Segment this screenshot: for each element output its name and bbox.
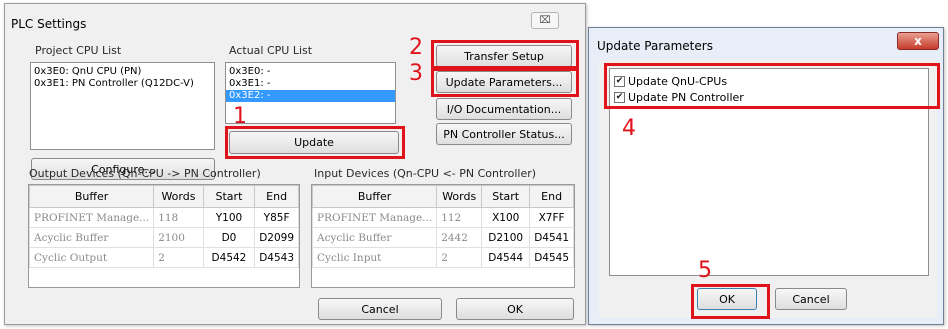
pn-controller-status-button[interactable]: PN Controller Status... <box>436 123 572 145</box>
column-header[interactable]: Start <box>481 185 531 208</box>
cell-words: 112 <box>436 207 483 228</box>
cell-start: D4544 <box>481 247 531 268</box>
io-documentation-button[interactable]: I/O Documentation... <box>436 98 572 120</box>
step-number-1: 1 <box>233 104 247 129</box>
checkbox-update-pn-controller[interactable]: ✔ Update PN Controller <box>614 89 744 105</box>
table-row[interactable]: Acyclic Buffer 2100 D0 D2099 <box>29 227 299 248</box>
cancel-button[interactable]: Cancel <box>318 298 442 320</box>
column-header[interactable]: Words <box>436 185 483 208</box>
ok-button[interactable]: OK <box>697 288 757 310</box>
cell-end: D4545 <box>529 247 574 268</box>
cell-buffer: Acyclic Buffer <box>29 227 155 248</box>
list-item[interactable]: 0x3E1: PN Controller (Q12DC-V) <box>31 78 214 90</box>
cell-words: 2100 <box>153 227 204 248</box>
checkbox-update-qnu-cpus[interactable]: ✔ Update QnU-CPUs <box>614 73 744 89</box>
options-checklist: ✔ Update QnU-CPUs ✔ Update PN Controller <box>609 68 929 276</box>
actual-cpu-listbox[interactable]: 0x3E0: - 0x3E1: - 0x3E2: - <box>225 62 396 124</box>
column-header[interactable]: End <box>529 185 574 208</box>
table-row[interactable]: PROFINET Manage... 118 Y100 Y85F <box>29 207 299 228</box>
update-parameters-dialog: Update Parameters x ✔ Update QnU-CPUs ✔ … <box>588 27 944 325</box>
list-item-selected[interactable]: 0x3E2: - <box>226 90 395 102</box>
project-cpu-list-label: Project CPU List <box>35 44 122 57</box>
list-item[interactable]: 0x3E0: - <box>226 66 395 78</box>
column-header[interactable]: Buffer <box>29 185 155 208</box>
update-parameters-button[interactable]: Update Parameters... <box>436 71 572 93</box>
checkbox-check-icon[interactable]: ✔ <box>614 75 625 87</box>
dialog-body: ✔ Update QnU-CPUs ✔ Update PN Controller… <box>599 60 937 318</box>
input-devices-table: Buffer Words Start End PROFINET Manage..… <box>311 184 575 288</box>
cell-words: 2442 <box>436 227 483 248</box>
cell-end: D2099 <box>254 227 299 248</box>
output-devices-table: Buffer Words Start End PROFINET Manage..… <box>28 184 300 288</box>
cell-words: 2 <box>436 247 483 268</box>
cell-buffer: PROFINET Manage... <box>29 207 155 228</box>
cell-end: X7FF <box>529 207 574 228</box>
plc-settings-dialog: PLC Settings ⌧ Project CPU List 0x3E0: Q… <box>4 3 586 325</box>
ok-button[interactable]: OK <box>456 298 574 320</box>
cell-buffer: PROFINET Manage... <box>312 207 438 228</box>
input-devices-label: Input Devices (Qn-CPU <- PN Controller) <box>314 167 537 180</box>
column-header[interactable]: Start <box>202 185 256 208</box>
cell-start: X100 <box>481 207 531 228</box>
transfer-setup-button[interactable]: Transfer Setup <box>436 45 572 67</box>
table-row[interactable]: Cyclic Input 2 D4544 D4545 <box>312 247 574 268</box>
checkbox-label: Update PN Controller <box>628 90 744 104</box>
checkbox-label: Update QnU-CPUs <box>628 74 728 88</box>
cell-end: D4541 <box>529 227 574 248</box>
cell-buffer: Cyclic Output <box>29 247 155 268</box>
cell-buffer: Cyclic Input <box>312 247 438 268</box>
close-icon[interactable]: x <box>897 32 939 50</box>
project-cpu-listbox[interactable]: 0x3E0: QnU CPU (PN) 0x3E1: PN Controller… <box>30 62 215 150</box>
cell-start: D2100 <box>481 227 531 248</box>
step-number-2: 2 <box>409 35 423 60</box>
table-row[interactable]: Cyclic Output 2 D4542 D4543 <box>29 247 299 268</box>
list-item[interactable]: 0x3E0: QnU CPU (PN) <box>31 66 214 78</box>
cell-words: 2 <box>153 247 204 268</box>
step-number-5: 5 <box>698 258 712 283</box>
cell-end: Y85F <box>254 207 299 228</box>
column-header[interactable]: Buffer <box>312 185 438 208</box>
actual-cpu-list-label: Actual CPU List <box>229 44 313 57</box>
dialog-title: PLC Settings <box>11 17 87 31</box>
output-devices-label: Output Devices (Qn-CPU -> PN Controller) <box>29 167 261 180</box>
table-row[interactable]: Acyclic Buffer 2442 D2100 D4541 <box>312 227 574 248</box>
cell-buffer: Acyclic Buffer <box>312 227 438 248</box>
cell-start: D4542 <box>202 247 256 268</box>
table-row[interactable]: PROFINET Manage... 112 X100 X7FF <box>312 207 574 228</box>
dialog-title: Update Parameters <box>597 39 713 53</box>
cell-end: D4543 <box>254 247 299 268</box>
step-number-3: 3 <box>409 61 423 86</box>
cell-start: Y100 <box>202 207 256 228</box>
cancel-button[interactable]: Cancel <box>775 288 847 310</box>
list-item[interactable]: 0x3E1: - <box>226 78 395 90</box>
cell-start: D0 <box>202 227 256 248</box>
cell-words: 118 <box>153 207 204 228</box>
close-icon[interactable]: ⌧ <box>531 12 559 29</box>
step-number-4: 4 <box>622 116 636 141</box>
checkbox-check-icon[interactable]: ✔ <box>614 91 625 103</box>
column-header[interactable]: Words <box>153 185 204 208</box>
column-header[interactable]: End <box>254 185 299 208</box>
update-button[interactable]: Update <box>229 131 399 154</box>
